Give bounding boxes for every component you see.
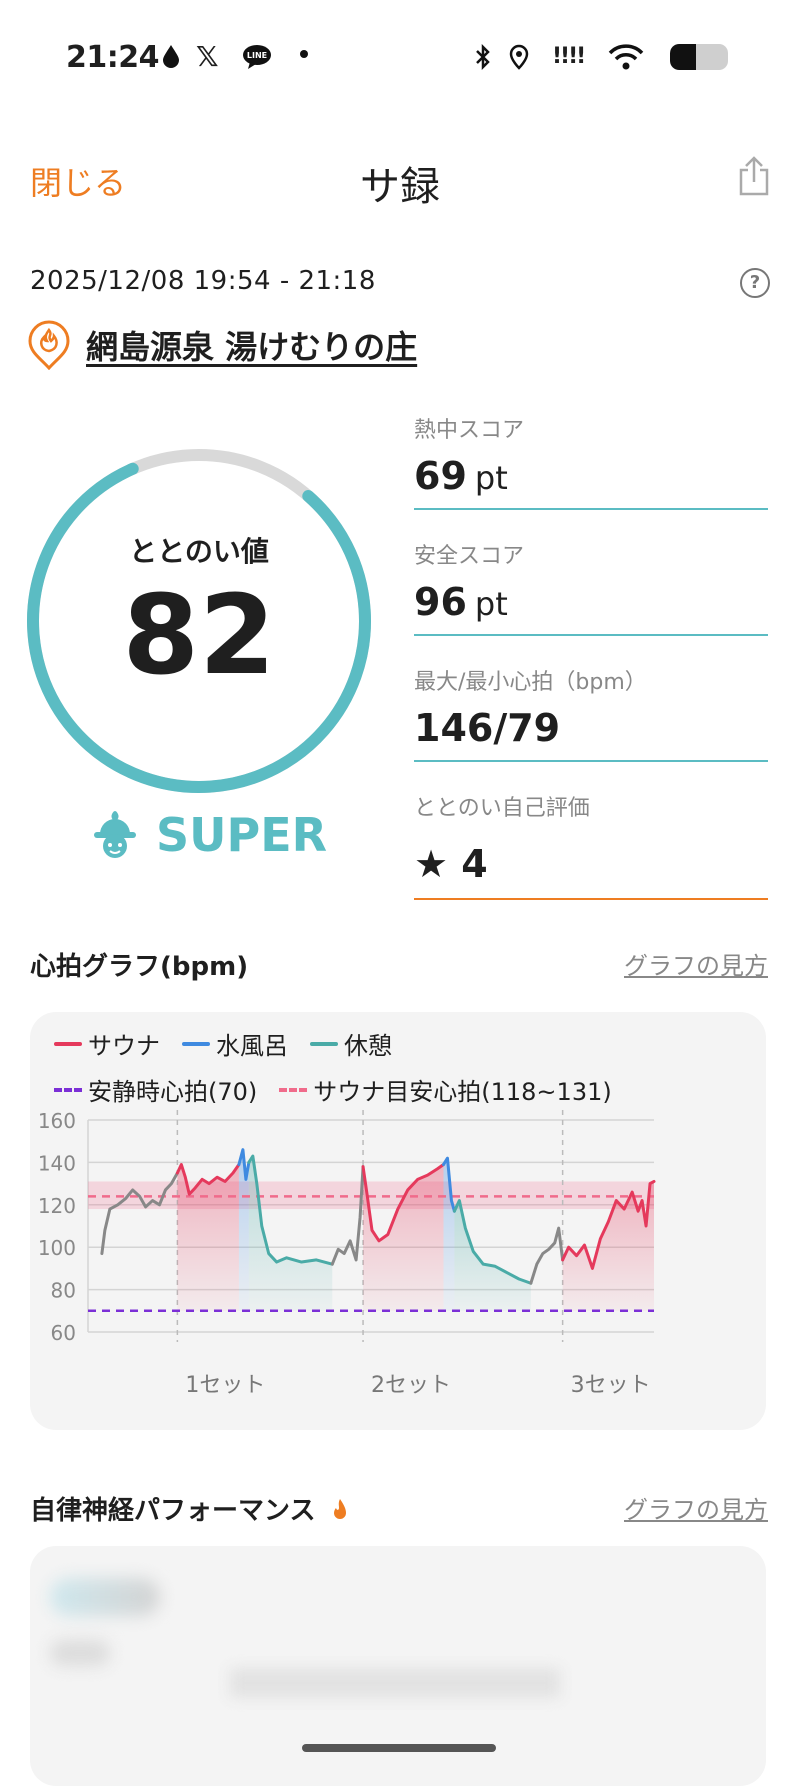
divider: [414, 898, 768, 900]
stat-label: ととのい自己評価: [414, 796, 590, 821]
stat-label: 熱中スコア: [414, 418, 525, 443]
legend-swatch: [310, 1041, 338, 1046]
facility-link[interactable]: 網島源泉 湯けむりの庄: [86, 322, 417, 368]
legend-item: 休憩: [310, 1026, 392, 1061]
signal-icon: !!!!: [552, 44, 586, 69]
legend-swatch: [182, 1041, 210, 1046]
stat-value: 69 pt: [414, 454, 768, 498]
session-datetime: 2025/12/08 19:54 - 21:18: [30, 266, 376, 296]
stat-safety-score: 安全スコア 96 pt: [414, 538, 768, 636]
page-title: サ録: [360, 164, 440, 210]
legend-item: 水風呂: [182, 1026, 288, 1061]
home-indicator[interactable]: [302, 1744, 496, 1752]
legend-swatch: [279, 1087, 308, 1092]
y-tick-label: 100: [38, 1236, 76, 1260]
stat-value: 96 pt: [414, 580, 768, 624]
help-icon[interactable]: ?: [740, 268, 770, 298]
rank-label: SUPER: [156, 808, 328, 862]
hr-guide-link[interactable]: グラフの見方: [624, 946, 768, 981]
legend-label: 休憩: [344, 1032, 392, 1060]
hr-section-title: 心拍グラフ(bpm): [30, 952, 249, 982]
flame-icon: [333, 1499, 346, 1519]
stat-label: 最大/最小心拍（bpm）: [414, 670, 647, 695]
blurred-content: [50, 1640, 110, 1666]
rest-area: [248, 1156, 333, 1311]
legend-label: 水風呂: [216, 1032, 288, 1060]
blurred-content: [50, 1578, 160, 1616]
stat-number: 69: [414, 454, 467, 498]
legend-label: サウナ: [88, 1032, 160, 1060]
stat-value: ★ 4: [414, 842, 488, 886]
anf-section-title: 自律神経パフォーマンス: [30, 1490, 347, 1527]
line-app-icon: LINE: [242, 44, 272, 76]
stat-heart-rate: 最大/最小心拍（bpm） 146/79: [414, 664, 768, 762]
gauge-label: ととのい値: [129, 535, 269, 568]
stat-label: 安全スコア: [414, 544, 525, 569]
battery-level: [670, 44, 697, 70]
bluetooth-icon: [474, 43, 492, 76]
notification-dot-icon: [300, 50, 308, 58]
facility-pin-icon: [28, 320, 70, 371]
y-tick-label: 140: [38, 1151, 76, 1175]
other-series-line: [330, 1165, 365, 1266]
y-tick-label: 80: [51, 1279, 76, 1303]
y-tick-label: 160: [38, 1109, 76, 1133]
rest-area: [454, 1200, 531, 1311]
stat-self-rating[interactable]: ととのい自己評価 ★ 4: [414, 790, 768, 900]
stat-value: 146/79: [414, 706, 768, 750]
divider: [414, 508, 768, 510]
stat-number: 96: [414, 580, 467, 624]
other-series-line: [529, 1226, 565, 1285]
chart-legend-row1: サウナ 水風呂 休憩: [54, 1026, 392, 1061]
share-icon[interactable]: [738, 156, 770, 196]
y-tick-label: 60: [51, 1321, 76, 1345]
gauge-value: 82: [122, 571, 276, 699]
set-marker-label: 3セット: [571, 1373, 651, 1398]
x-app-icon: 𝕏: [196, 40, 219, 73]
drop-icon: [162, 44, 180, 74]
rank-character-icon: [90, 806, 140, 860]
y-tick-label: 120: [38, 1194, 76, 1218]
legend-item: サウナ: [54, 1026, 160, 1061]
set-marker-label: 1セット: [185, 1373, 265, 1398]
status-time: 21:24: [66, 40, 160, 75]
wifi-icon: [608, 44, 644, 76]
stat-number: 146/79: [414, 706, 561, 750]
stat-heat-score: 熱中スコア 69 pt: [414, 412, 768, 510]
set-marker-label: 2セット: [371, 1373, 451, 1398]
divider: [414, 760, 768, 762]
divider: [414, 634, 768, 636]
svg-text:LINE: LINE: [247, 51, 267, 60]
battery-icon: [670, 44, 728, 70]
location-icon: [508, 44, 530, 76]
legend-swatch: [54, 1041, 82, 1046]
stat-unit: pt: [474, 459, 508, 497]
anf-guide-link[interactable]: グラフの見方: [624, 1490, 768, 1525]
blurred-content: [230, 1668, 560, 1698]
legend-swatch: [54, 1087, 82, 1092]
stat-unit: pt: [474, 585, 508, 623]
anf-title-text: 自律神経パフォーマンス: [30, 1496, 316, 1526]
heart-rate-chart: 160 140 120 100 80 60 1セット 2セット 3セット: [38, 1109, 656, 1398]
